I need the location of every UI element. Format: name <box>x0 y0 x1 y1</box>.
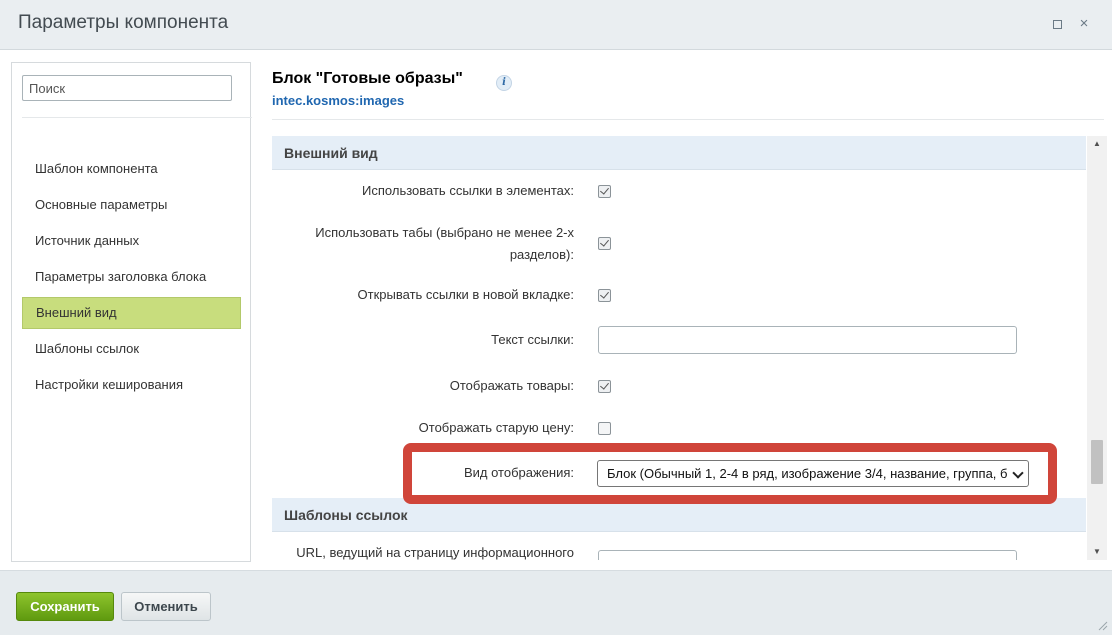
component-code: intec.kosmos:images <box>272 93 405 108</box>
sidebar-item-data-source[interactable]: Источник данных <box>22 225 241 257</box>
settings-scroll-pane: Внешний вид Использовать ссылки в элемен… <box>272 136 1107 560</box>
info-icon[interactable]: i <box>496 75 512 91</box>
sidebar-item-appearance[interactable]: Внешний вид <box>22 297 241 329</box>
scrollbar-thumb[interactable] <box>1091 440 1103 484</box>
scrollbar[interactable]: ▲ ▼ <box>1087 136 1107 560</box>
dialog-footer: Сохранить Отменить <box>0 570 1112 635</box>
cancel-button[interactable]: Отменить <box>121 592 211 621</box>
divider <box>272 119 1104 120</box>
scroll-down-icon[interactable]: ▼ <box>1087 544 1107 560</box>
section-header-link-templates: Шаблоны ссылок <box>272 498 1086 532</box>
section-header-appearance: Внешний вид <box>272 136 1086 170</box>
use-tabs-label-line2: разделов): <box>509 247 574 262</box>
info-url-label: URL, ведущий на страницу информационного <box>296 545 574 560</box>
sidebar-item-component-template[interactable]: Шаблон компонента <box>22 153 241 185</box>
use-tabs-checkbox[interactable] <box>598 237 611 250</box>
sidebar-item-main-params[interactable]: Основные параметры <box>22 189 241 221</box>
sidebar-item-link-templates[interactable]: Шаблоны ссылок <box>22 333 241 365</box>
show-products-label: Отображать товары: <box>449 378 574 393</box>
resize-grip-icon[interactable] <box>1098 621 1108 631</box>
use-tabs-label-line1: Использовать табы (выбрано не менее 2-х <box>315 225 574 240</box>
show-old-price-checkbox[interactable] <box>598 422 611 435</box>
dialog-title: Параметры компонента <box>18 12 229 33</box>
link-text-input[interactable] <box>598 326 1017 354</box>
open-new-tab-label: Открывать ссылки в новой вкладке: <box>357 287 574 302</box>
info-url-input[interactable] <box>598 550 1017 560</box>
view-mode-value: Блок (Обычный 1, 2-4 в ряд, изображение … <box>607 466 1007 481</box>
link-text-label: Текст ссылки: <box>491 332 574 347</box>
sidebar-item-cache-settings[interactable]: Настройки кеширования <box>22 369 241 401</box>
use-links-label: Использовать ссылки в элементах: <box>362 183 574 198</box>
search-input[interactable] <box>22 75 232 101</box>
open-new-tab-checkbox[interactable] <box>598 289 611 302</box>
dialog-title-bar: Параметры компонента × <box>0 0 1112 50</box>
view-mode-label: Вид отображения: <box>463 465 574 480</box>
divider <box>22 117 252 118</box>
chevron-down-icon <box>1012 467 1024 479</box>
show-old-price-label: Отображать старую цену: <box>418 420 574 435</box>
maximize-icon[interactable] <box>1049 16 1065 32</box>
component-title: Блок "Готовые образы" <box>272 70 463 87</box>
dialog-content: Шаблон компонента Основные параметры Ист… <box>0 50 1112 570</box>
scroll-up-icon[interactable]: ▲ <box>1087 136 1107 152</box>
sidebar: Шаблон компонента Основные параметры Ист… <box>11 62 252 562</box>
view-mode-select[interactable]: Блок (Обычный 1, 2-4 в ряд, изображение … <box>597 460 1029 487</box>
use-links-checkbox[interactable] <box>598 185 611 198</box>
save-button[interactable]: Сохранить <box>16 592 114 621</box>
main-panel: Блок "Готовые образы" i intec.kosmos:ima… <box>272 50 1107 570</box>
sidebar-item-header-params[interactable]: Параметры заголовка блока <box>22 261 241 293</box>
show-products-checkbox[interactable] <box>598 380 611 393</box>
close-icon[interactable]: × <box>1076 16 1092 32</box>
